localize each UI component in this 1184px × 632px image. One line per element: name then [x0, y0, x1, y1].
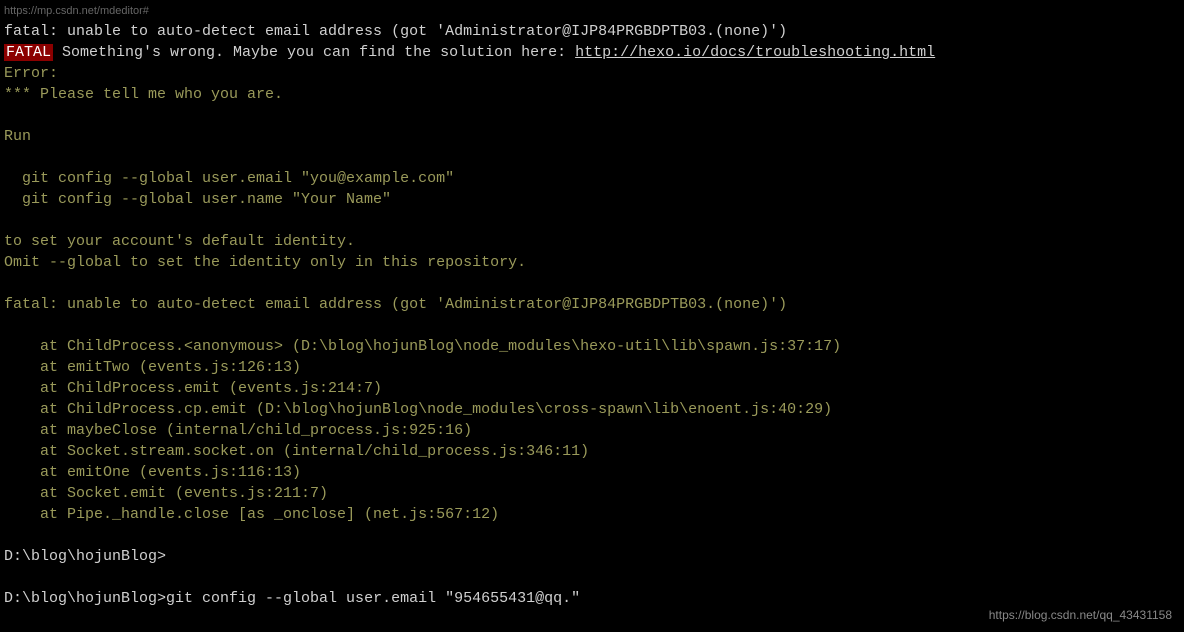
fatal-line-1: fatal: unable to auto-detect email addre… — [4, 21, 1180, 42]
prompt-path: D:\blog\hojunBlog> — [4, 590, 166, 607]
stack-trace-line: at emitOne (events.js:116:13) — [4, 462, 1180, 483]
blank-line — [4, 105, 1180, 126]
run-label: Run — [4, 126, 1180, 147]
stack-trace-line: at emitTwo (events.js:126:13) — [4, 357, 1180, 378]
terminal-output: https://mp.csdn.net/mdeditor# fatal: una… — [4, 4, 1180, 609]
git-config-name-example: git config --global user.name "Your Name… — [4, 189, 1180, 210]
blank-line — [4, 273, 1180, 294]
identity-line-1: to set your account's default identity. — [4, 231, 1180, 252]
blank-line — [4, 567, 1180, 588]
error-label: Error: — [4, 63, 1180, 84]
watermark-text: https://blog.csdn.net/qq_43431158 — [989, 607, 1172, 624]
fatal-message-line: FATAL Something's wrong. Maybe you can f… — [4, 42, 1180, 63]
prompt-line: D:\blog\hojunBlog> — [4, 546, 1180, 567]
stack-trace-line: at ChildProcess.emit (events.js:214:7) — [4, 378, 1180, 399]
stack-trace-line: at Socket.emit (events.js:211:7) — [4, 483, 1180, 504]
tell-me-line: *** Please tell me who you are. — [4, 84, 1180, 105]
stack-trace-line: at ChildProcess.cp.emit (D:\blog\hojunBl… — [4, 399, 1180, 420]
blank-line — [4, 210, 1180, 231]
blank-line — [4, 315, 1180, 336]
troubleshooting-link[interactable]: http://hexo.io/docs/troubleshooting.html — [575, 44, 935, 61]
identity-line-2: Omit --global to set the identity only i… — [4, 252, 1180, 273]
stack-trace-line: at ChildProcess.<anonymous> (D:\blog\hoj… — [4, 336, 1180, 357]
git-config-email-example: git config --global user.email "you@exam… — [4, 168, 1180, 189]
fatal-line-2: fatal: unable to auto-detect email addre… — [4, 294, 1180, 315]
typed-command[interactable]: git config --global user.email "95465543… — [166, 590, 580, 607]
fatal-message-text: Something's wrong. Maybe you can find th… — [53, 44, 575, 61]
stack-trace-line: at Pipe._handle.close [as _onclose] (net… — [4, 504, 1180, 525]
blank-line — [4, 525, 1180, 546]
url-bar-fragment: https://mp.csdn.net/mdeditor# — [4, 4, 1180, 19]
stack-trace-line: at maybeClose (internal/child_process.js… — [4, 420, 1180, 441]
stack-trace-line: at Socket.stream.socket.on (internal/chi… — [4, 441, 1180, 462]
fatal-badge: FATAL — [4, 44, 53, 61]
blank-line — [4, 147, 1180, 168]
